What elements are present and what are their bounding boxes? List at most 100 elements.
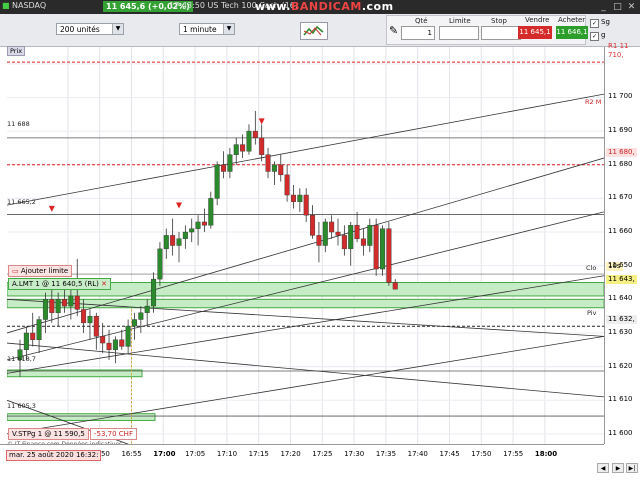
- candle-body: [87, 315, 93, 324]
- candle-body: [221, 164, 227, 172]
- checkmark-icon: ✓: [590, 32, 599, 41]
- checkbox-g[interactable]: ✓ g: [590, 31, 605, 41]
- x-tick-label: 17:20: [280, 450, 301, 458]
- candle-body: [316, 235, 322, 246]
- limit-order-tag[interactable]: A.LMT 1 @ 11 640,5 (RL) ✕: [8, 278, 111, 290]
- candle-body: [348, 225, 354, 250]
- r2-marker: 11 680,: [606, 148, 637, 157]
- candle-body: [119, 339, 125, 347]
- minimize-icon[interactable]: _: [598, 2, 609, 12]
- price-axis[interactable]: R1 11 710, 11 680, 10s 11 643, 11 632, 1…: [604, 42, 640, 444]
- candle-body: [157, 248, 163, 280]
- qty-input[interactable]: 1: [401, 26, 435, 40]
- y-tick-label: 11 610: [608, 395, 633, 404]
- candle-body: [81, 309, 87, 324]
- stop-input[interactable]: [481, 26, 521, 40]
- candle-body: [392, 282, 398, 290]
- bars-count-select[interactable]: 200 unités ▼: [56, 23, 124, 35]
- candle-body: [201, 221, 207, 226]
- signal-arrow-icon: [258, 118, 265, 125]
- candle-body: [360, 238, 366, 246]
- add-limit-button[interactable]: ▭ Ajouter limite: [8, 265, 73, 277]
- checkmark-icon: ✓: [590, 19, 599, 28]
- candle-body: [373, 225, 379, 270]
- trend-line: [7, 93, 604, 206]
- candle-body: [36, 319, 42, 340]
- candle-body: [144, 305, 150, 313]
- candle-body: [284, 174, 290, 196]
- chevron-down-icon: ▼: [223, 24, 234, 34]
- x-tick-label: 16:55: [121, 450, 142, 458]
- stop-order-tag[interactable]: V.STPg 1 @ 11 590,5: [8, 428, 89, 440]
- candle-body: [68, 295, 74, 307]
- x-tick-label: 17:10: [216, 450, 238, 458]
- candle-body: [55, 299, 61, 313]
- close-icon[interactable]: ✕: [626, 2, 637, 12]
- stop-label: Stop: [491, 17, 507, 25]
- cursor-date-label: mar. 25 août 2020 16:32:: [6, 450, 102, 461]
- y-tick-label: 11 660: [608, 227, 633, 236]
- period-select[interactable]: 1 minute ▼: [179, 23, 235, 35]
- window-icon: ■: [2, 1, 10, 10]
- candle-body: [74, 295, 80, 310]
- stop-pnl: -53,70 CHF: [90, 428, 137, 440]
- candle-body: [386, 228, 392, 283]
- limit-input[interactable]: [439, 26, 479, 40]
- qty-label: Qté: [415, 17, 428, 25]
- candle-body: [163, 235, 169, 250]
- candle-body: [329, 221, 335, 233]
- scroll-left-icon[interactable]: ◀: [597, 463, 609, 473]
- checkbox-sg[interactable]: ✓ Sg: [590, 18, 610, 28]
- candle-body: [335, 231, 341, 236]
- close-label: Clo: [586, 264, 597, 272]
- candle-body: [106, 342, 112, 350]
- maximize-icon[interactable]: □: [612, 2, 623, 12]
- y-tick-label: 11 670: [608, 193, 633, 202]
- candle-body: [259, 137, 265, 155]
- x-tick-label: 17:50: [471, 450, 492, 458]
- x-tick-label: 18:00: [534, 450, 558, 458]
- candle-body: [367, 225, 373, 246]
- title-bar: ■ NASDAQ 11 645,6 (+0,02%) 17:43:50 US T…: [0, 0, 640, 14]
- candle-body: [182, 231, 188, 239]
- candle-body: [252, 130, 258, 139]
- candle-body: [303, 194, 309, 216]
- indicators-button[interactable]: [300, 22, 328, 40]
- sell-button[interactable]: 11 645,1: [518, 26, 552, 39]
- candle-body: [42, 299, 48, 320]
- candle-body: [151, 278, 157, 307]
- candle-body: [278, 164, 284, 176]
- cancel-order-icon[interactable]: ✕: [101, 280, 107, 288]
- candle-body: [341, 235, 347, 250]
- y-tick-label: 11 650: [608, 260, 633, 269]
- hline-label-2: 11 665,2: [7, 198, 36, 206]
- instrument-name: NASDAQ: [12, 1, 47, 10]
- candle-body: [125, 326, 131, 347]
- support-zone: [7, 413, 156, 421]
- pivot-marker: 11 632,: [606, 315, 637, 324]
- hline-label-3: 11 618,7: [7, 355, 36, 363]
- candle-body: [176, 238, 182, 246]
- signal-arrow-icon: [176, 202, 182, 209]
- price-chart[interactable]: [7, 47, 604, 444]
- candle-body: [189, 228, 195, 233]
- x-tick-label: 17:35: [375, 450, 397, 458]
- y-tick-label: 11 690: [608, 126, 633, 135]
- signal-arrow-icon: [48, 205, 55, 212]
- candle-body: [246, 130, 252, 152]
- pencil-icon[interactable]: ✎: [389, 24, 398, 37]
- candle-body: [195, 221, 201, 229]
- scroll-right-icon[interactable]: ▶: [612, 463, 624, 473]
- candle-body: [240, 144, 246, 152]
- hline-label-1: 11 688: [7, 120, 30, 128]
- x-tick-label: 17:55: [503, 450, 524, 458]
- candle-body: [354, 225, 360, 239]
- y-tick-label: 11 630: [608, 327, 633, 336]
- x-tick-label: 17:30: [344, 450, 365, 458]
- buy-button[interactable]: 11 646,1: [556, 26, 588, 39]
- candle-body: [62, 299, 68, 307]
- candle-body: [271, 164, 277, 172]
- candle-body: [100, 336, 106, 344]
- x-tick-label: 17:15: [248, 450, 269, 458]
- scroll-end-icon[interactable]: ▶|: [626, 463, 638, 473]
